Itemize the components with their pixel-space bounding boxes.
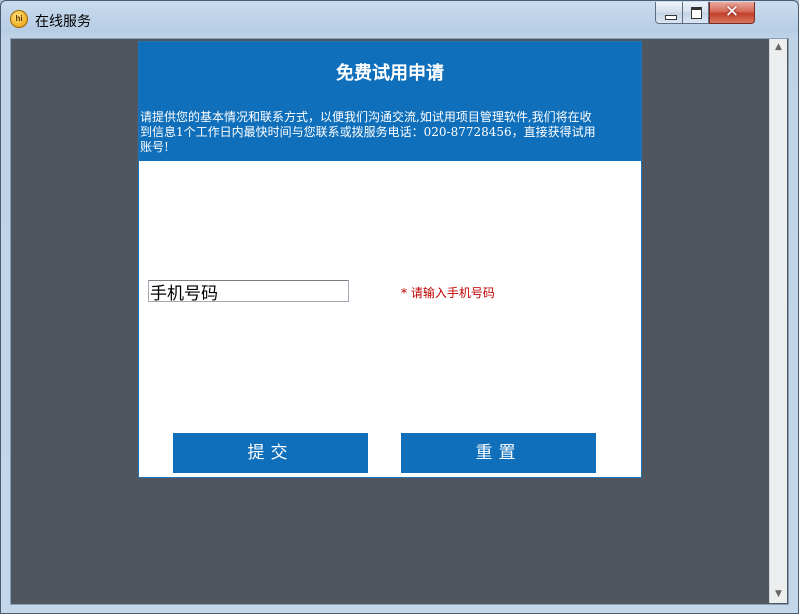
phone-number-input[interactable] xyxy=(148,280,349,302)
app-icon: hi xyxy=(10,10,28,28)
minimize-button[interactable] xyxy=(655,2,683,24)
scroll-up-icon[interactable]: ▲ xyxy=(770,39,787,56)
vertical-scrollbar[interactable]: ▲ ▼ xyxy=(769,39,787,603)
close-icon: ✕ xyxy=(724,2,740,22)
form-header: 免费试用申请 请提供您的基本情况和联系方式，以便我们沟通交流,如试用项目管理软件… xyxy=(139,42,641,161)
maximize-button[interactable] xyxy=(682,2,709,24)
trial-application-form: 免费试用申请 请提供您的基本情况和联系方式，以便我们沟通交流,如试用项目管理软件… xyxy=(138,41,642,478)
reset-button[interactable]: 重置 xyxy=(401,433,596,473)
close-button[interactable]: ✕ xyxy=(709,2,755,24)
scroll-down-icon[interactable]: ▼ xyxy=(770,586,787,603)
minimize-icon xyxy=(665,15,677,20)
app-window: hi 在线服务 ✕ ▲ ▼ 免费试用申请 请提供您的基本情况和联系方式，以便我们… xyxy=(0,0,799,614)
submit-button[interactable]: 提交 xyxy=(173,433,368,473)
title-bar[interactable]: hi 在线服务 ✕ xyxy=(1,1,798,37)
form-intro-text: 请提供您的基本情况和联系方式，以便我们沟通交流,如试用项目管理软件,我们将在收到… xyxy=(140,110,596,154)
window-title: 在线服务 xyxy=(35,14,91,30)
maximize-icon xyxy=(691,7,702,19)
form-title: 免费试用申请 xyxy=(336,63,444,84)
phone-hint: * 请输入手机号码 xyxy=(401,286,495,300)
